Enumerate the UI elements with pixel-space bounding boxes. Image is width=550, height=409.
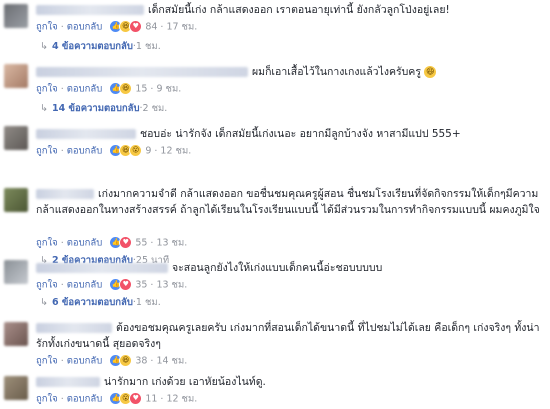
avatar[interactable]	[4, 322, 28, 346]
comment-actions: ถูกใจ · ตอบกลับ 👍 😆 😮 9 · 12 ชม.	[36, 144, 192, 158]
like-button[interactable]: ถูกใจ	[36, 280, 58, 291]
reply-button[interactable]: ตอบกลับ	[67, 394, 103, 405]
avatar[interactable]	[4, 64, 28, 88]
reply-button[interactable]: ตอบกลับ	[67, 22, 103, 33]
timestamp[interactable]: 13 ชม.	[156, 238, 187, 249]
reply-arrow-icon: ↳	[40, 41, 48, 52]
reaction-count: 15	[135, 83, 148, 95]
avatar[interactable]	[4, 376, 28, 400]
avatar[interactable]	[4, 126, 28, 150]
reaction-icons[interactable]: 👍 😆	[109, 354, 133, 368]
comment-actions: ถูกใจ · ตอบกลับ 👍 ♥ 55 · 13 ชม.	[36, 236, 188, 250]
haha-reaction-icon: 😆	[119, 82, 133, 95]
comment-actions: ถูกใจ · ตอบกลับ 👍 😆 15 · 9 ชม.	[36, 82, 182, 96]
love-reaction-icon: ♥	[129, 392, 143, 405]
comment-body: เก่งมากความจำดี กล้าแสดงออก ขอชื่นชมคุณค…	[36, 186, 544, 218]
comment-actions: ถูกใจ · ตอบกลับ 👍 ♥ 35 · 13 ชม.	[36, 278, 188, 292]
like-button[interactable]: ถูกใจ	[36, 22, 58, 33]
replies-count-label[interactable]: 14 ข้อความตอบกลับ	[52, 103, 140, 114]
like-button[interactable]: ถูกใจ	[36, 238, 58, 249]
reaction-icons[interactable]: 👍 😆	[109, 82, 133, 96]
timestamp[interactable]: 13 ชม.	[156, 280, 187, 291]
timestamp[interactable]: 17 ชม.	[166, 22, 197, 33]
reaction-icons[interactable]: 👍 ♥	[109, 278, 133, 292]
like-button[interactable]: ถูกใจ	[36, 394, 58, 405]
reply-button[interactable]: ตอบกลับ	[67, 356, 103, 367]
laughing-emoji-icon: 😆	[424, 66, 437, 78]
comment-body: จะสอนลูกยังไงให้เก่งแบบเด็กคนนี้อ่ะชอบบบ…	[36, 260, 544, 276]
timestamp[interactable]: 12 ชม.	[160, 146, 191, 157]
comment-text: ผมก็เอาเสื้อไว้ในกางเกงแล้วไงครับครู	[252, 66, 421, 78]
comment-body: ผมก็เอาเสื้อไว้ในกางเกงแล้วไงครับครู 😆	[36, 64, 544, 80]
like-button[interactable]: ถูกใจ	[36, 146, 58, 157]
reply-button[interactable]: ตอบกลับ	[67, 280, 103, 291]
like-button[interactable]: ถูกใจ	[36, 356, 58, 367]
author-name[interactable]	[36, 67, 248, 77]
comment-text: ชอบอ่ะ น่ารักจัง เด็กสมัยนี้เก่งเนอะ อยา…	[140, 128, 461, 140]
love-reaction-icon: ♥	[119, 236, 133, 249]
author-name[interactable]	[36, 323, 112, 333]
replies-time: 2 ชม.	[142, 103, 168, 114]
replies-time: 1 ชม.	[135, 297, 161, 308]
replies-time: 1 ชม.	[135, 41, 161, 52]
comment-actions: ถูกใจ · ตอบกลับ 👍 😆 38 · 14 ชม.	[36, 354, 188, 368]
love-reaction-icon: ♥	[129, 20, 143, 33]
timestamp[interactable]: 9 ชม.	[156, 84, 181, 95]
comment-actions: ถูกใจ · ตอบกลับ 👍 😮 ♥ 11 · 12 ชม.	[36, 392, 198, 406]
reaction-icons[interactable]: 👍 😮 ♥	[109, 392, 143, 406]
avatar[interactable]	[4, 260, 28, 284]
avatar[interactable]	[4, 4, 28, 28]
comment-text: เด็กสมัยนี้เก่ง กล้าแสดงออก เราตอนอายุเท…	[148, 4, 450, 16]
timestamp[interactable]: 14 ชม.	[156, 356, 187, 367]
reply-arrow-icon: ↳	[40, 103, 48, 114]
author-name[interactable]	[36, 263, 168, 273]
comment-body: ต้องขอชมคุณครูเลยครับ เก่งมากที่สอนเด็กไ…	[36, 320, 544, 352]
replies-count-label[interactable]: 4 ข้อความตอบกลับ	[52, 41, 133, 52]
author-name[interactable]	[36, 129, 136, 139]
reaction-count: 9	[145, 145, 152, 157]
comment-text: เก่งมากความจำดี กล้าแสดงออก ขอชื่นชมคุณค…	[36, 188, 540, 216]
timestamp[interactable]: 12 ชม.	[166, 394, 197, 405]
love-reaction-icon: ♥	[119, 278, 133, 291]
comment-body: ชอบอ่ะ น่ารักจัง เด็กสมัยนี้เก่งเนอะ อยา…	[36, 126, 544, 142]
view-replies[interactable]: ↳ 4 ข้อความตอบกลับ·1 ชม.	[40, 40, 161, 54]
comment-text: น่ารักมาก เก่งด้วย เอาหัยน้องไนท์ดู.	[104, 376, 266, 388]
author-name[interactable]	[36, 189, 94, 199]
author-name[interactable]	[36, 5, 144, 15]
reaction-icons[interactable]: 👍 ♥	[109, 236, 133, 250]
comment-body: เด็กสมัยนี้เก่ง กล้าแสดงออก เราตอนอายุเท…	[36, 2, 544, 18]
reaction-count: 35	[135, 279, 148, 291]
view-replies[interactable]: ↳ 6 ข้อความตอบกลับ·1 ชม.	[40, 296, 161, 310]
comment-body: น่ารักมาก เก่งด้วย เอาหัยน้องไนท์ดู.	[36, 374, 544, 390]
view-replies[interactable]: ↳ 14 ข้อความตอบกลับ·2 ชม.	[40, 102, 167, 116]
replies-count-label[interactable]: 6 ข้อความตอบกลับ	[52, 297, 133, 308]
reaction-count: 84	[145, 21, 158, 33]
wow-reaction-icon: 😮	[129, 144, 143, 157]
avatar[interactable]	[4, 188, 28, 212]
comment-actions: ถูกใจ · ตอบกลับ 👍 😆 ♥ 84 · 17 ชม.	[36, 20, 198, 34]
reply-button[interactable]: ตอบกลับ	[67, 146, 103, 157]
reply-button[interactable]: ตอบกลับ	[67, 84, 103, 95]
reaction-count: 55	[135, 237, 148, 249]
author-name[interactable]	[36, 377, 100, 387]
like-button[interactable]: ถูกใจ	[36, 84, 58, 95]
reply-arrow-icon: ↳	[40, 297, 48, 308]
reaction-count: 38	[135, 355, 148, 367]
comment-text: จะสอนลูกยังไงให้เก่งแบบเด็กคนนี้อ่ะชอบบบ…	[172, 262, 383, 274]
reply-button[interactable]: ตอบกลับ	[67, 238, 103, 249]
reaction-count: 11	[145, 393, 158, 405]
reaction-icons[interactable]: 👍 😆 ♥	[109, 20, 143, 34]
reaction-icons[interactable]: 👍 😆 😮	[109, 144, 143, 158]
haha-reaction-icon: 😆	[119, 354, 133, 367]
